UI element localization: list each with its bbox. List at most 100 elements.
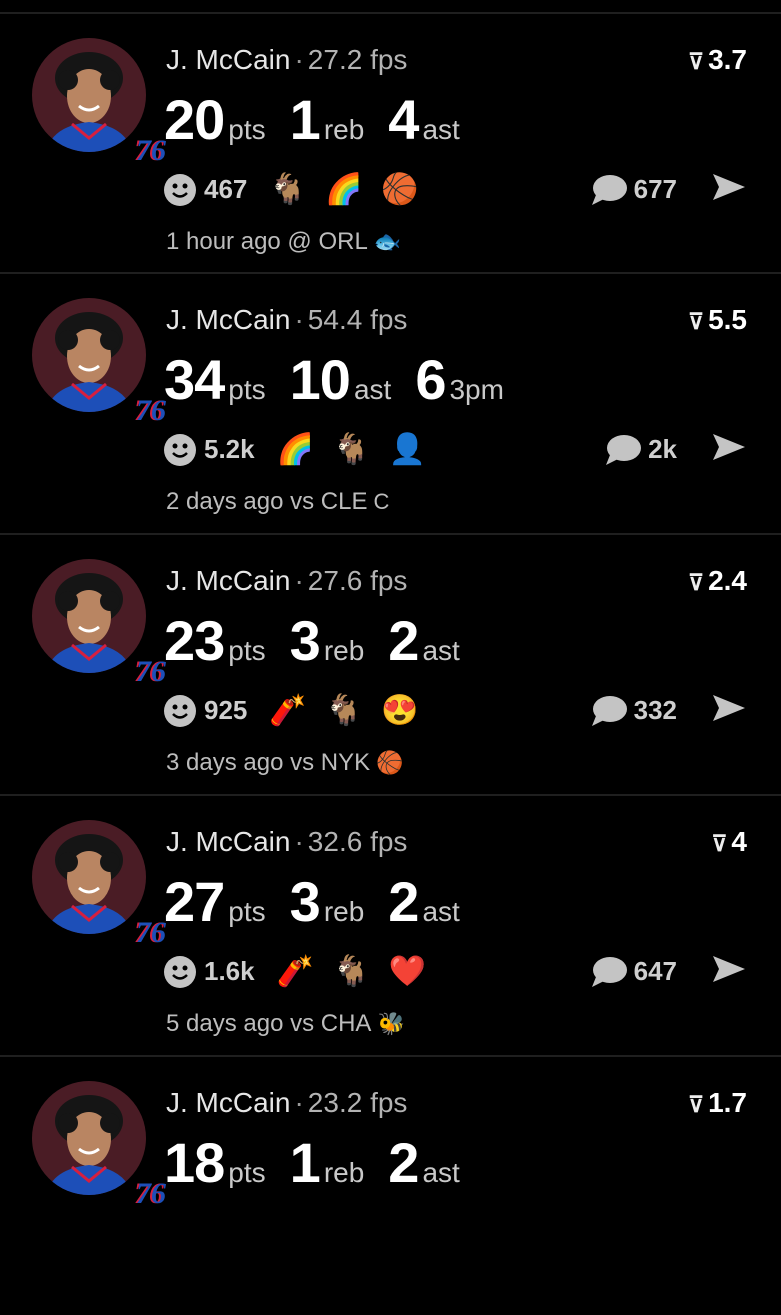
stat-value: 1: [289, 88, 321, 151]
fuse-emoji[interactable]: 🧨: [269, 693, 306, 728]
game-card[interactable]: 76 J. McCain · 54.4 fps ⊽ 5.5 34 pts 10 ast 6 3p…: [0, 272, 781, 532]
comment-bubble-icon[interactable]: [604, 433, 642, 467]
comments-area[interactable]: 677: [590, 172, 747, 207]
smiley-reaction-icon[interactable]: [164, 955, 196, 988]
share-arrow-icon[interactable]: [711, 432, 747, 467]
player-headline[interactable]: J. McCain · 27.2 fps: [166, 44, 407, 76]
rainbow-emoji[interactable]: 🌈: [277, 432, 314, 467]
stat-unit: ast: [422, 1157, 460, 1188]
score-badge[interactable]: ⊽ 5.5: [688, 304, 747, 336]
reaction-emojis: 🧨 🐐 ❤️: [277, 954, 445, 989]
share-arrow-icon[interactable]: [711, 693, 747, 728]
stat-item: 3 reb: [290, 613, 365, 669]
game-meta: 3 days ago vs NYK 🏀: [166, 749, 404, 777]
reactions-row[interactable]: 5.2k 🌈 🐐 👤: [164, 432, 445, 467]
game-time: 3 days ago vs NYK: [166, 749, 371, 776]
share-arrow-icon[interactable]: [711, 954, 747, 989]
comments-area[interactable]: 647: [590, 954, 747, 989]
game-card[interactable]: 76 J. McCain · 32.6 fps ⊽ 4 27 pts 3 reb 2 ast 1…: [0, 794, 781, 1054]
player-name: J. McCain: [166, 565, 291, 596]
goat-emoji[interactable]: 🐐: [333, 432, 370, 467]
player-avatar[interactable]: 76: [32, 298, 166, 427]
sixers-logo-icon: 76: [136, 916, 166, 949]
game-meta: 2 days ago vs CLE C: [166, 488, 389, 516]
player-avatar[interactable]: 76: [32, 820, 166, 949]
avatar-photo: [32, 298, 146, 412]
sixers-logo-icon: 76: [136, 1177, 166, 1210]
player-avatar[interactable]: 76: [32, 559, 166, 688]
smiley-reaction-icon[interactable]: [164, 694, 196, 727]
reactions-row[interactable]: 925 🧨 🐐 😍: [164, 693, 437, 728]
avatar-photo: [32, 820, 146, 934]
player-headline[interactable]: J. McCain · 54.4 fps: [166, 304, 407, 336]
heart-eyes-emoji[interactable]: 😍: [381, 693, 418, 728]
comment-bubble-icon[interactable]: [590, 694, 628, 728]
player-headline[interactable]: J. McCain · 23.2 fps: [166, 1087, 407, 1119]
score-badge[interactable]: ⊽ 3.7: [688, 44, 747, 76]
reactions-row[interactable]: 1.6k 🧨 🐐 ❤️: [164, 954, 445, 989]
player-avatar[interactable]: 76: [32, 38, 166, 167]
stat-item: 34 pts: [164, 352, 266, 408]
player-headline[interactable]: J. McCain · 27.6 fps: [166, 565, 407, 597]
stat-unit: pts: [228, 114, 266, 145]
stat-unit: reb: [323, 1157, 365, 1188]
player-name: J. McCain: [166, 1087, 291, 1118]
stat-value: 10: [289, 348, 351, 411]
comments-area[interactable]: 2k: [604, 432, 747, 467]
player-emoji[interactable]: 👤: [389, 432, 426, 467]
trend-arrow-icon: ⊽: [687, 570, 705, 595]
smiley-reaction-icon[interactable]: [164, 433, 196, 466]
separator-dot: ·: [294, 1087, 304, 1118]
goat-emoji[interactable]: 🐐: [269, 172, 306, 207]
trend-arrow-icon: ⊽: [687, 309, 705, 334]
stat-value: 3: [289, 870, 321, 933]
comments-area[interactable]: 332: [590, 693, 747, 728]
stat-unit: 3pm: [449, 374, 504, 405]
reactions-row[interactable]: 467 🐐 🌈 🏀: [164, 172, 437, 207]
player-name: J. McCain: [166, 826, 291, 857]
comment-bubble-icon[interactable]: [590, 955, 628, 989]
stat-item: 20 pts: [164, 92, 266, 148]
stat-line: 23 pts 3 reb 2 ast: [164, 613, 484, 669]
score-value: 2.4: [708, 565, 747, 596]
score-badge[interactable]: ⊽ 2.4: [688, 565, 747, 597]
score-badge[interactable]: ⊽ 4: [711, 826, 747, 858]
game-time: 2 days ago vs CLE: [166, 488, 368, 515]
game-card[interactable]: 76 J. McCain · 27.2 fps ⊽ 3.7 20 pts 1 reb 4 ast…: [0, 12, 781, 272]
stat-value: 3: [289, 609, 321, 672]
separator-dot: ·: [294, 304, 304, 335]
game-card[interactable]: 76 J. McCain · 27.6 fps ⊽ 2.4 23 pts 3 reb 2 ast…: [0, 533, 781, 793]
game-card[interactable]: 76 J. McCain · 23.2 fps ⊽ 1.7 18 pts 1 reb 2 ast: [0, 1055, 781, 1315]
goat-emoji[interactable]: 🐐: [333, 954, 370, 989]
stat-item: 10 ast: [290, 352, 392, 408]
score-badge[interactable]: ⊽ 1.7: [688, 1087, 747, 1119]
stat-value: 18: [164, 1131, 225, 1194]
sixers-logo-icon: 76: [136, 394, 166, 427]
score-value: 1.7: [708, 1087, 747, 1118]
comment-bubble-icon[interactable]: [590, 173, 628, 207]
player-avatar[interactable]: 76: [32, 1081, 166, 1210]
stat-value: 27: [164, 870, 225, 933]
stat-value: 4: [388, 88, 419, 151]
fantasy-points: 27.6 fps: [307, 565, 408, 596]
avatar-photo: [32, 38, 146, 152]
rainbow-emoji[interactable]: 🌈: [325, 172, 362, 207]
goat-emoji[interactable]: 🐐: [325, 693, 362, 728]
share-arrow-icon[interactable]: [711, 172, 747, 207]
smiley-reaction-icon[interactable]: [164, 173, 196, 206]
trend-arrow-icon: ⊽: [687, 1092, 705, 1117]
sixers-logo-icon: 76: [136, 134, 166, 167]
separator-dot: ·: [294, 565, 304, 596]
reaction-count: 467: [204, 174, 248, 204]
player-headline[interactable]: J. McCain · 32.6 fps: [166, 826, 407, 858]
stat-unit: ast: [422, 896, 460, 927]
stat-value: 6: [415, 348, 446, 411]
avatar-photo: [32, 559, 146, 673]
stat-value: 2: [388, 1131, 419, 1194]
score-value: 4: [731, 826, 747, 857]
sixers-logo-icon: 76: [136, 655, 166, 688]
fuse-emoji[interactable]: 🧨: [277, 954, 314, 989]
heart-emoji[interactable]: ❤️: [389, 954, 426, 989]
stat-item: 4 ast: [388, 92, 460, 148]
player-emoji[interactable]: 🏀: [381, 172, 418, 207]
